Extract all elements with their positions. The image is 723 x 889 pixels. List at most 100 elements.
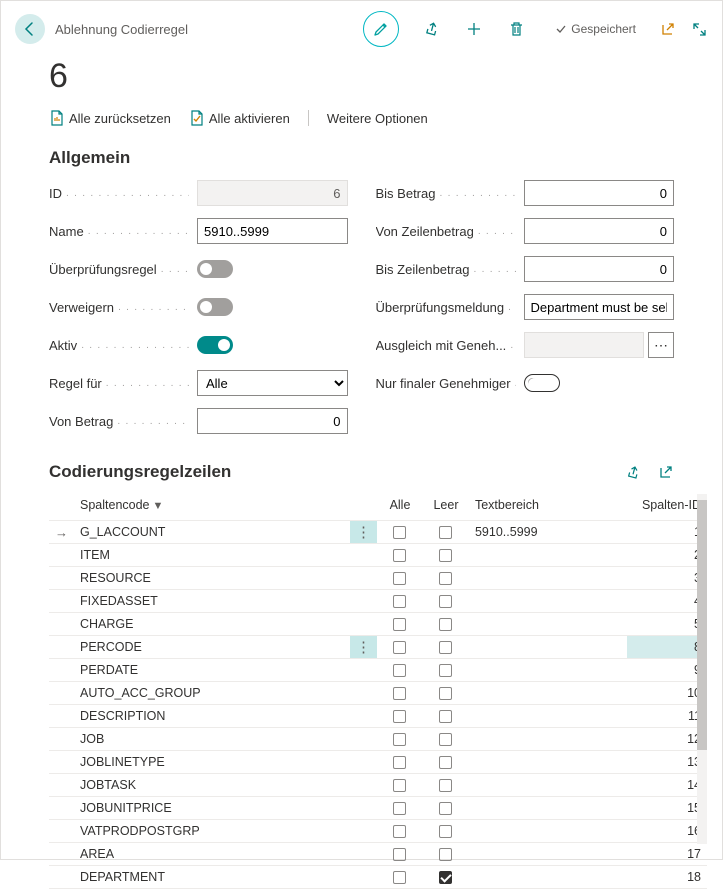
cell-code[interactable]: JOBTASK xyxy=(74,774,350,797)
cell-textrange[interactable] xyxy=(469,682,627,705)
activate-all-action[interactable]: Alle aktivieren xyxy=(189,110,290,126)
all-checkbox[interactable] xyxy=(393,802,406,815)
all-checkbox[interactable] xyxy=(393,871,406,884)
back-button[interactable] xyxy=(15,14,45,44)
lines-expand-button[interactable] xyxy=(656,463,674,481)
cell-textrange[interactable] xyxy=(469,590,627,613)
name-field[interactable] xyxy=(197,218,348,244)
cell-col-id[interactable]: 11 xyxy=(627,705,707,728)
cell-col-id[interactable]: 8 xyxy=(627,636,707,659)
delete-button[interactable] xyxy=(507,20,525,38)
cell-col-id[interactable]: 14 xyxy=(627,774,707,797)
all-checkbox[interactable] xyxy=(393,526,406,539)
from-line-field[interactable] xyxy=(524,218,675,244)
deny-toggle[interactable] xyxy=(197,298,233,316)
row-menu-icon[interactable]: ⋮ xyxy=(356,639,371,656)
table-row[interactable]: PERCODE ⋮ 8 xyxy=(49,636,707,659)
cell-col-id[interactable]: 1 xyxy=(627,521,707,544)
empty-checkbox[interactable] xyxy=(439,825,452,838)
table-row[interactable]: JOBLINETYPE13 xyxy=(49,751,707,774)
table-row[interactable]: DESCRIPTION 11 xyxy=(49,705,707,728)
check-rule-toggle[interactable] xyxy=(197,260,233,278)
col-textrange-header[interactable]: Textbereich xyxy=(469,492,627,521)
empty-checkbox[interactable] xyxy=(439,802,452,815)
table-row[interactable]: CHARGE5 xyxy=(49,613,707,636)
empty-checkbox[interactable] xyxy=(439,618,452,631)
active-toggle[interactable] xyxy=(197,336,233,354)
to-line-field[interactable] xyxy=(524,256,675,282)
cell-textrange[interactable] xyxy=(469,567,627,590)
all-checkbox[interactable] xyxy=(393,710,406,723)
cell-textrange[interactable] xyxy=(469,728,627,751)
vertical-scrollbar[interactable] xyxy=(697,494,707,844)
empty-checkbox[interactable] xyxy=(439,641,452,654)
table-row[interactable]: AREA17 xyxy=(49,843,707,866)
new-button[interactable] xyxy=(465,20,483,38)
empty-checkbox[interactable] xyxy=(439,871,452,884)
reset-all-action[interactable]: Alle zurücksetzen xyxy=(49,110,171,126)
col-empty-header[interactable]: Leer xyxy=(423,492,469,521)
cell-col-id[interactable]: 3 xyxy=(627,567,707,590)
cell-code[interactable]: FIXEDASSET xyxy=(74,590,350,613)
all-checkbox[interactable] xyxy=(393,756,406,769)
to-amount-field[interactable] xyxy=(524,180,675,206)
empty-checkbox[interactable] xyxy=(439,595,452,608)
all-checkbox[interactable] xyxy=(393,779,406,792)
cell-textrange[interactable] xyxy=(469,636,627,659)
all-checkbox[interactable] xyxy=(393,825,406,838)
cell-textrange[interactable] xyxy=(469,774,627,797)
cell-textrange[interactable] xyxy=(469,866,627,889)
empty-checkbox[interactable] xyxy=(439,733,452,746)
all-checkbox[interactable] xyxy=(393,687,406,700)
cell-code[interactable]: JOBLINETYPE xyxy=(74,751,350,774)
empty-checkbox[interactable] xyxy=(439,549,452,562)
all-checkbox[interactable] xyxy=(393,641,406,654)
cell-textrange[interactable] xyxy=(469,797,627,820)
cell-textrange[interactable]: 5910..5999 xyxy=(469,521,627,544)
empty-checkbox[interactable] xyxy=(439,848,452,861)
check-msg-field[interactable] xyxy=(524,294,675,320)
all-checkbox[interactable] xyxy=(393,572,406,585)
table-row[interactable]: JOBUNITPRICE15 xyxy=(49,797,707,820)
cell-textrange[interactable] xyxy=(469,705,627,728)
cell-textrange[interactable] xyxy=(469,613,627,636)
cell-textrange[interactable] xyxy=(469,820,627,843)
cell-code[interactable]: VATPRODPOSTGRP xyxy=(74,820,350,843)
cell-code[interactable]: JOB xyxy=(74,728,350,751)
empty-checkbox[interactable] xyxy=(439,710,452,723)
cell-col-id[interactable]: 12 xyxy=(627,728,707,751)
cell-col-id[interactable]: 18 xyxy=(627,866,707,889)
table-row[interactable]: JOB 12 xyxy=(49,728,707,751)
cell-col-id[interactable]: 17 xyxy=(627,843,707,866)
row-menu-icon[interactable]: ⋮ xyxy=(356,524,371,541)
cell-code[interactable]: AUTO_ACC_GROUP xyxy=(74,682,350,705)
cell-col-id[interactable]: 16 xyxy=(627,820,707,843)
empty-checkbox[interactable] xyxy=(439,779,452,792)
rule-for-select[interactable]: Alle xyxy=(197,370,348,396)
all-checkbox[interactable] xyxy=(393,595,406,608)
table-row[interactable]: →G_LACCOUNT⋮5910..59991 xyxy=(49,521,707,544)
cell-code[interactable]: PERCODE xyxy=(74,636,350,659)
all-checkbox[interactable] xyxy=(393,549,406,562)
cell-code[interactable]: DESCRIPTION xyxy=(74,705,350,728)
table-row[interactable]: JOBTASK 14 xyxy=(49,774,707,797)
cell-code[interactable]: RESOURCE xyxy=(74,567,350,590)
cell-code[interactable]: G_LACCOUNT xyxy=(74,521,350,544)
popout-button[interactable] xyxy=(658,20,676,38)
col-id-header[interactable]: Spalten-ID xyxy=(627,492,707,521)
all-checkbox[interactable] xyxy=(393,618,406,631)
cell-col-id[interactable]: 10 xyxy=(627,682,707,705)
share-button[interactable] xyxy=(423,20,441,38)
from-amount-field[interactable] xyxy=(197,408,348,434)
all-checkbox[interactable] xyxy=(393,733,406,746)
table-row[interactable]: ITEM2 xyxy=(49,544,707,567)
col-all-header[interactable]: Alle xyxy=(377,492,423,521)
empty-checkbox[interactable] xyxy=(439,687,452,700)
cell-code[interactable]: PERDATE xyxy=(74,659,350,682)
all-checkbox[interactable] xyxy=(393,848,406,861)
cell-col-id[interactable]: 2 xyxy=(627,544,707,567)
edit-button[interactable] xyxy=(363,11,399,47)
cell-code[interactable]: JOBUNITPRICE xyxy=(74,797,350,820)
cell-code[interactable]: DEPARTMENT xyxy=(74,866,350,889)
cell-textrange[interactable] xyxy=(469,843,627,866)
